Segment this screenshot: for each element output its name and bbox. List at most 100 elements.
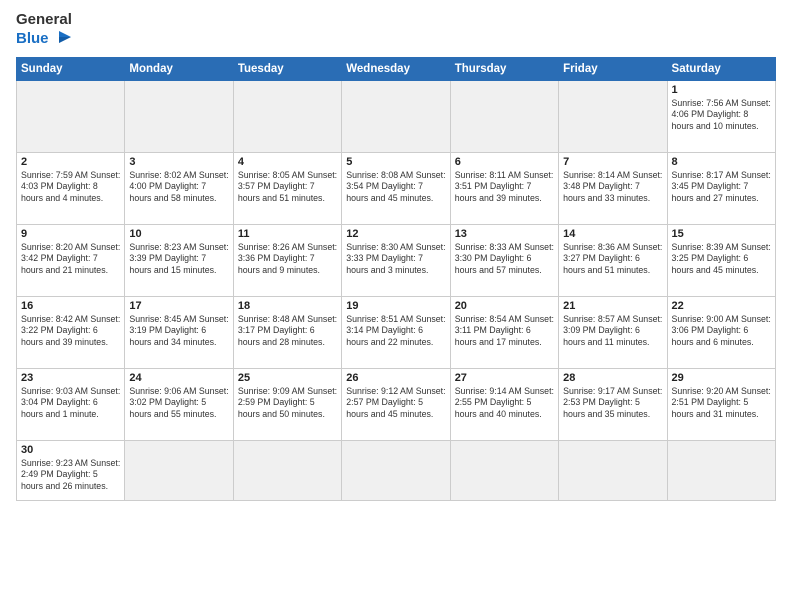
day-number: 10 xyxy=(129,228,228,240)
day-info: Sunrise: 9:09 AM Sunset: 2:59 PM Dayligh… xyxy=(238,386,337,422)
day-number: 21 xyxy=(563,300,662,312)
day-info: Sunrise: 9:17 AM Sunset: 2:53 PM Dayligh… xyxy=(563,386,662,422)
day-info: Sunrise: 8:42 AM Sunset: 3:22 PM Dayligh… xyxy=(21,314,120,350)
calendar-cell xyxy=(667,440,775,500)
calendar-cell: 5 Sunrise: 8:08 AM Sunset: 3:54 PM Daylig… xyxy=(342,152,450,224)
day-number: 12 xyxy=(346,228,445,240)
calendar-cell xyxy=(559,80,667,152)
day-number: 18 xyxy=(238,300,337,312)
day-number: 2 xyxy=(21,156,120,168)
day-number: 9 xyxy=(21,228,120,240)
day-info: Sunrise: 8:48 AM Sunset: 3:17 PM Dayligh… xyxy=(238,314,337,350)
day-number: 20 xyxy=(455,300,554,312)
day-info: Sunrise: 8:17 AM Sunset: 3:45 PM Dayligh… xyxy=(672,170,771,206)
day-info: Sunrise: 8:20 AM Sunset: 3:42 PM Dayligh… xyxy=(21,242,120,278)
day-number: 29 xyxy=(672,372,771,384)
calendar-cell xyxy=(125,80,233,152)
calendar-cell: 25 Sunrise: 9:09 AM Sunset: 2:59 PM Dayli… xyxy=(233,368,341,440)
day-number: 28 xyxy=(563,372,662,384)
day-info: Sunrise: 8:33 AM Sunset: 3:30 PM Dayligh… xyxy=(455,242,554,278)
calendar-cell xyxy=(233,80,341,152)
day-number: 11 xyxy=(238,228,337,240)
day-number: 25 xyxy=(238,372,337,384)
calendar-cell xyxy=(342,80,450,152)
calendar-cell: 10 Sunrise: 8:23 AM Sunset: 3:39 PM Dayli… xyxy=(125,224,233,296)
logo: General Blue xyxy=(16,12,73,51)
calendar-cell: 7Sunrise: 8:14 AM Sunset: 3:48 PM Daylig… xyxy=(559,152,667,224)
logo-triangle-icon xyxy=(51,29,73,51)
day-number: 30 xyxy=(21,444,120,456)
day-number: 5 xyxy=(346,156,445,168)
day-info: Sunrise: 8:30 AM Sunset: 3:33 PM Dayligh… xyxy=(346,242,445,278)
calendar-cell xyxy=(233,440,341,500)
day-number: 1 xyxy=(672,84,771,96)
weekday-header: Thursday xyxy=(450,57,558,80)
calendar-cell: 18 Sunrise: 8:48 AM Sunset: 3:17 PM Dayli… xyxy=(233,296,341,368)
calendar-cell: 13 Sunrise: 8:33 AM Sunset: 3:30 PM Dayli… xyxy=(450,224,558,296)
weekday-header: Friday xyxy=(559,57,667,80)
calendar-cell: 2 Sunrise: 7:59 AM Sunset: 4:03 PM Daylig… xyxy=(17,152,125,224)
day-number: 17 xyxy=(129,300,228,312)
calendar-cell: 1 Sunrise: 7:56 AM Sunset: 4:06 PM Daylig… xyxy=(667,80,775,152)
day-info: Sunrise: 8:05 AM Sunset: 3:57 PM Dayligh… xyxy=(238,170,337,206)
calendar-cell xyxy=(559,440,667,500)
day-info: Sunrise: 9:03 AM Sunset: 3:04 PM Dayligh… xyxy=(21,386,120,422)
calendar-table: SundayMondayTuesdayWednesdayThursdayFrid… xyxy=(16,57,776,501)
day-info: Sunrise: 8:14 AM Sunset: 3:48 PM Dayligh… xyxy=(563,170,662,206)
calendar-cell xyxy=(450,440,558,500)
calendar-cell: 19Sunrise: 8:51 AM Sunset: 3:14 PM Dayli… xyxy=(342,296,450,368)
day-number: 27 xyxy=(455,372,554,384)
day-info: Sunrise: 9:12 AM Sunset: 2:57 PM Dayligh… xyxy=(346,386,445,422)
day-info: Sunrise: 8:45 AM Sunset: 3:19 PM Dayligh… xyxy=(129,314,228,350)
calendar-cell: 12 Sunrise: 8:30 AM Sunset: 3:33 PM Dayli… xyxy=(342,224,450,296)
calendar-cell xyxy=(125,440,233,500)
day-number: 13 xyxy=(455,228,554,240)
calendar-cell: 23 Sunrise: 9:03 AM Sunset: 3:04 PM Dayli… xyxy=(17,368,125,440)
calendar-cell: 21 Sunrise: 8:57 AM Sunset: 3:09 PM Dayli… xyxy=(559,296,667,368)
calendar-cell: 29 Sunrise: 9:20 AM Sunset: 2:51 PM Dayli… xyxy=(667,368,775,440)
calendar-cell: 22Sunrise: 9:00 AM Sunset: 3:06 PM Dayli… xyxy=(667,296,775,368)
weekday-header: Tuesday xyxy=(233,57,341,80)
calendar-cell: 14Sunrise: 8:36 AM Sunset: 3:27 PM Dayli… xyxy=(559,224,667,296)
calendar-cell: 8 Sunrise: 8:17 AM Sunset: 3:45 PM Daylig… xyxy=(667,152,775,224)
day-number: 4 xyxy=(238,156,337,168)
logo-text: General xyxy=(16,12,72,29)
day-info: Sunrise: 9:00 AM Sunset: 3:06 PM Dayligh… xyxy=(672,314,771,350)
calendar-cell xyxy=(450,80,558,152)
day-number: 26 xyxy=(346,372,445,384)
calendar-cell xyxy=(342,440,450,500)
calendar-cell: 11 Sunrise: 8:26 AM Sunset: 3:36 PM Dayli… xyxy=(233,224,341,296)
day-number: 19 xyxy=(346,300,445,312)
weekday-header: Saturday xyxy=(667,57,775,80)
weekday-header: Monday xyxy=(125,57,233,80)
page-header: General Blue xyxy=(16,12,776,51)
day-number: 8 xyxy=(672,156,771,168)
day-info: Sunrise: 8:23 AM Sunset: 3:39 PM Dayligh… xyxy=(129,242,228,278)
day-info: Sunrise: 8:57 AM Sunset: 3:09 PM Dayligh… xyxy=(563,314,662,350)
day-info: Sunrise: 9:14 AM Sunset: 2:55 PM Dayligh… xyxy=(455,386,554,422)
calendar-cell: 16Sunrise: 8:42 AM Sunset: 3:22 PM Dayli… xyxy=(17,296,125,368)
day-number: 3 xyxy=(129,156,228,168)
calendar-cell: 20Sunrise: 8:54 AM Sunset: 3:11 PM Dayli… xyxy=(450,296,558,368)
day-number: 23 xyxy=(21,372,120,384)
calendar-cell: 28 Sunrise: 9:17 AM Sunset: 2:53 PM Dayli… xyxy=(559,368,667,440)
day-info: Sunrise: 9:20 AM Sunset: 2:51 PM Dayligh… xyxy=(672,386,771,422)
day-info: Sunrise: 7:56 AM Sunset: 4:06 PM Dayligh… xyxy=(672,98,771,134)
logo-blue: Blue xyxy=(16,31,49,48)
day-info: Sunrise: 9:23 AM Sunset: 2:49 PM Dayligh… xyxy=(21,458,120,494)
weekday-header: Sunday xyxy=(17,57,125,80)
day-info: Sunrise: 8:11 AM Sunset: 3:51 PM Dayligh… xyxy=(455,170,554,206)
calendar-cell: 27 Sunrise: 9:14 AM Sunset: 2:55 PM Dayli… xyxy=(450,368,558,440)
weekday-header: Wednesday xyxy=(342,57,450,80)
calendar-cell: 24Sunrise: 9:06 AM Sunset: 3:02 PM Dayli… xyxy=(125,368,233,440)
day-number: 15 xyxy=(672,228,771,240)
calendar-cell: 17 Sunrise: 8:45 AM Sunset: 3:19 PM Dayli… xyxy=(125,296,233,368)
day-number: 6 xyxy=(455,156,554,168)
day-info: Sunrise: 8:26 AM Sunset: 3:36 PM Dayligh… xyxy=(238,242,337,278)
calendar-cell: 30 Sunrise: 9:23 AM Sunset: 2:49 PM Dayli… xyxy=(17,440,125,500)
day-number: 24 xyxy=(129,372,228,384)
day-info: Sunrise: 8:08 AM Sunset: 3:54 PM Dayligh… xyxy=(346,170,445,206)
day-info: Sunrise: 8:02 AM Sunset: 4:00 PM Dayligh… xyxy=(129,170,228,206)
day-info: Sunrise: 7:59 AM Sunset: 4:03 PM Dayligh… xyxy=(21,170,120,206)
day-info: Sunrise: 8:39 AM Sunset: 3:25 PM Dayligh… xyxy=(672,242,771,278)
